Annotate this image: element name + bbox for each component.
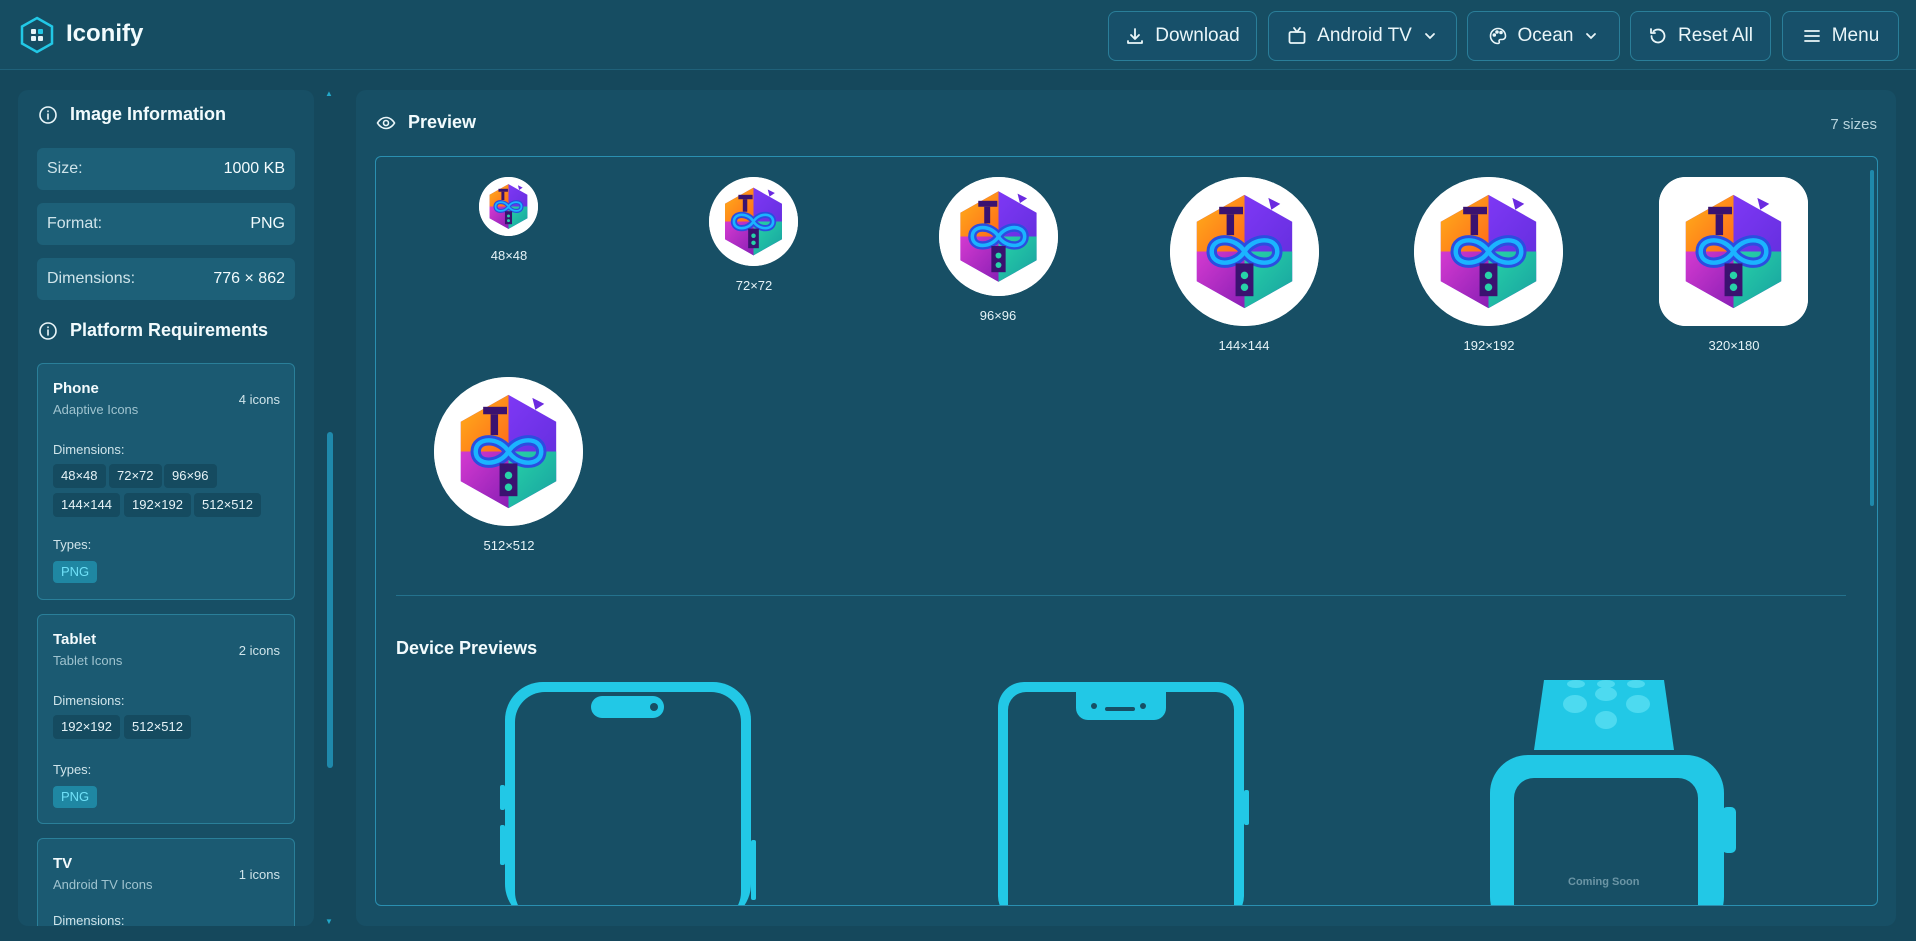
- sizes-count: 7 sizes: [1830, 116, 1877, 133]
- types-label: Types:: [53, 762, 92, 777]
- icon-size-label: 96×96: [979, 308, 1017, 323]
- info-row-format: Format: PNG: [37, 203, 295, 245]
- download-button[interactable]: Download: [1108, 11, 1257, 61]
- platform-name: TV: [53, 855, 73, 872]
- dimension-chip: 144×144: [53, 493, 120, 517]
- app-header: Iconify Download Android TV Ocean Reset …: [0, 0, 1916, 70]
- info-icon: [39, 321, 57, 340]
- dimension-chip: 72×72: [109, 464, 162, 488]
- sidebar-scrollbar-thumb[interactable]: [327, 432, 333, 768]
- platform-card-tablet[interactable]: Tablet Tablet Icons 2 icons Dimensions: …: [37, 614, 295, 824]
- platform-card-phone[interactable]: Phone Adaptive Icons 4 icons Dimensions:…: [37, 363, 295, 600]
- dimension-chip: 512×512: [194, 493, 261, 517]
- icon-size-label: 72×72: [735, 278, 773, 293]
- platform-icon-count: 4 icons: [238, 392, 280, 407]
- menu-icon: [1803, 30, 1820, 42]
- phone-notch-mockup: [998, 682, 1249, 905]
- dimension-chip: 192×192: [53, 715, 120, 739]
- preview-scrollbar-thumb[interactable]: [1870, 170, 1874, 506]
- eye-icon: [376, 116, 396, 129]
- dimension-chip: 192×192: [124, 493, 191, 517]
- platform-subtitle: Adaptive Icons: [53, 402, 139, 417]
- sidebar: Image Information Size: 1000 KB Format: …: [18, 90, 314, 926]
- phone-dynamic-island-mockup: [500, 682, 756, 905]
- sidebar-scroll-down[interactable]: ▼: [325, 917, 333, 926]
- download-label: Download: [1155, 25, 1240, 46]
- dimensions-label: Dimensions:: [53, 693, 125, 708]
- theme-label: Ocean: [1517, 25, 1574, 46]
- coming-soon-label: Coming Soon: [1568, 876, 1640, 888]
- app-logo-icon: [20, 16, 54, 54]
- info-row-dimensions: Dimensions: 776 × 862: [37, 258, 295, 300]
- type-chip: PNG: [53, 561, 98, 583]
- app-title: Iconify: [66, 20, 144, 47]
- dimension-chip: 48×48: [53, 464, 106, 488]
- icon-size-label: 512×512: [483, 538, 535, 553]
- smartwatch-mockup: [1490, 680, 1736, 905]
- menu-button[interactable]: Menu: [1782, 11, 1899, 61]
- icon-size-label: 320×180: [1708, 338, 1760, 353]
- palette-icon: [1489, 27, 1506, 45]
- icon-preview-144: [1170, 177, 1319, 326]
- reset-label: Reset All: [1678, 25, 1753, 46]
- icon-preview-512: [434, 377, 583, 526]
- dimensions-label: Dimensions:: [53, 913, 125, 926]
- dimension-chip: 96×96: [164, 464, 217, 488]
- device-previews-title: Device Previews: [396, 638, 538, 658]
- chevron-down-icon: [1586, 33, 1597, 40]
- icon-preview-192: [1414, 177, 1563, 326]
- info-icon: [39, 105, 57, 124]
- icon-size-label: 48×48: [490, 248, 528, 263]
- chevron-down-icon: [1424, 33, 1435, 40]
- icon-size-label: 192×192: [1463, 338, 1515, 353]
- tv-icon: [1288, 27, 1306, 44]
- sidebar-scroll-up[interactable]: ▲: [325, 89, 333, 98]
- dimension-chip: 512×512: [124, 715, 191, 739]
- theme-select[interactable]: Ocean: [1467, 11, 1620, 61]
- info-row-size: Size: 1000 KB: [37, 148, 295, 190]
- types-label: Types:: [53, 537, 92, 552]
- platform-icon-count: 1 icons: [238, 867, 280, 882]
- type-chip: PNG: [53, 786, 98, 808]
- section-divider: [396, 595, 1846, 596]
- platform-requirements-title: Platform Requirements: [38, 320, 268, 341]
- platform-card-tv[interactable]: TV Android TV Icons 1 icons Dimensions:: [37, 838, 295, 926]
- icon-preview-96: [939, 177, 1058, 296]
- preview-title: Preview: [376, 112, 476, 133]
- platform-subtitle: Android TV Icons: [53, 877, 153, 892]
- platform-name: Phone: [53, 380, 99, 397]
- icon-size-label: 144×144: [1218, 338, 1270, 353]
- icon-preview-48: [479, 177, 538, 236]
- platform-label: Android TV: [1317, 25, 1412, 46]
- platform-select[interactable]: Android TV: [1268, 11, 1457, 61]
- platform-name: Tablet: [53, 631, 97, 648]
- reset-icon: [1650, 28, 1666, 44]
- menu-label: Menu: [1831, 25, 1880, 46]
- platform-icon-count: 2 icons: [238, 643, 280, 658]
- dimensions-label: Dimensions:: [53, 442, 125, 457]
- reset-all-button[interactable]: Reset All: [1630, 11, 1771, 61]
- image-info-title: Image Information: [38, 104, 226, 125]
- platform-subtitle: Tablet Icons: [53, 653, 123, 668]
- icon-preview-72: [709, 177, 798, 266]
- download-icon: [1127, 28, 1144, 44]
- icon-preview-320x180: [1659, 177, 1808, 326]
